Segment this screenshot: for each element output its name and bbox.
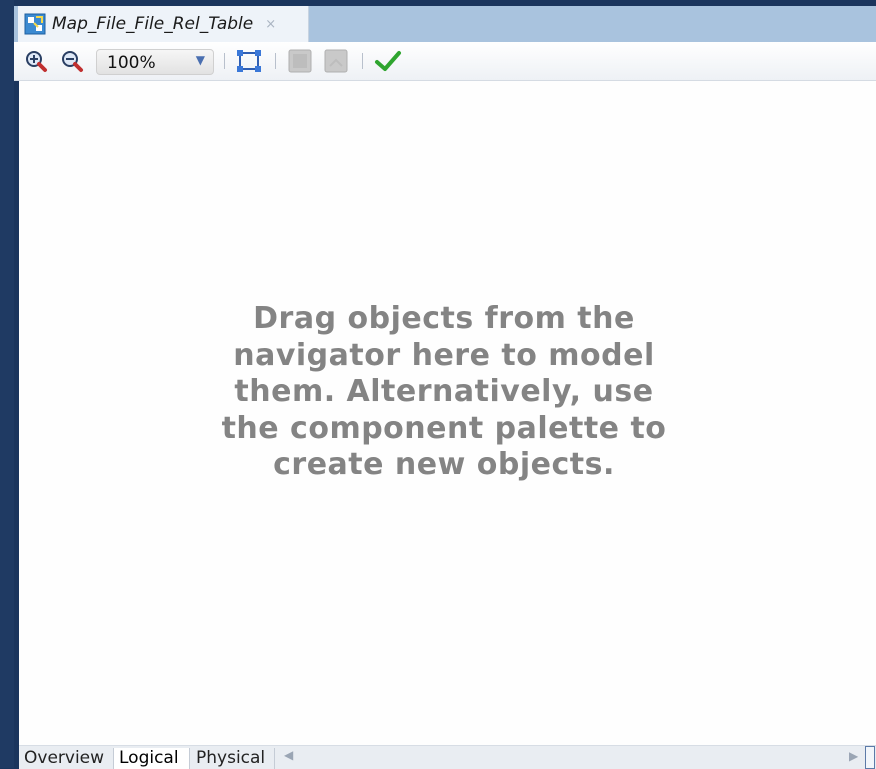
toolbar-separator bbox=[224, 53, 225, 69]
zoom-in-icon[interactable] bbox=[24, 49, 50, 73]
zoom-out-icon[interactable] bbox=[60, 49, 86, 73]
scroll-left-icon[interactable]: ◀ bbox=[284, 748, 293, 762]
fit-to-window-icon[interactable] bbox=[235, 49, 263, 73]
checkmark-icon[interactable] bbox=[374, 49, 402, 73]
toolbar-separator bbox=[275, 53, 276, 69]
close-icon[interactable]: × bbox=[265, 17, 276, 32]
horizontal-scrollbar[interactable] bbox=[865, 746, 875, 769]
disabled-layout-icon[interactable] bbox=[287, 49, 313, 73]
tab-physical[interactable]: Physical bbox=[191, 748, 275, 769]
editor-tab-title: Map_File_File_Rel_Table bbox=[52, 14, 254, 34]
disabled-arrange-icon[interactable] bbox=[323, 49, 349, 73]
empty-canvas-hint: Drag objects from the navigator here to … bbox=[221, 301, 667, 482]
zoom-value: 100% bbox=[107, 53, 156, 73]
diagram-canvas[interactable]: Drag objects from the navigator here to … bbox=[19, 81, 876, 745]
zoom-select[interactable]: 100% ▼ bbox=[96, 49, 214, 75]
mapping-diagram-icon bbox=[24, 13, 46, 35]
diagram-toolbar: 100% ▼ bbox=[14, 42, 876, 81]
editor-view-tabs: Overview Logical Physical ◀ ▶ bbox=[19, 745, 876, 769]
scroll-right-icon[interactable]: ▶ bbox=[849, 749, 858, 763]
editor-tab[interactable]: Map_File_File_Rel_Table × bbox=[18, 6, 309, 42]
toolbar-separator bbox=[362, 53, 363, 69]
editor-tab-bar: Map_File_File_Rel_Table × bbox=[14, 6, 876, 42]
outer-frame bbox=[0, 0, 14, 768]
chevron-down-icon: ▼ bbox=[195, 53, 205, 67]
tab-overview[interactable]: Overview bbox=[19, 748, 114, 769]
tab-logical[interactable]: Logical bbox=[114, 748, 190, 769]
